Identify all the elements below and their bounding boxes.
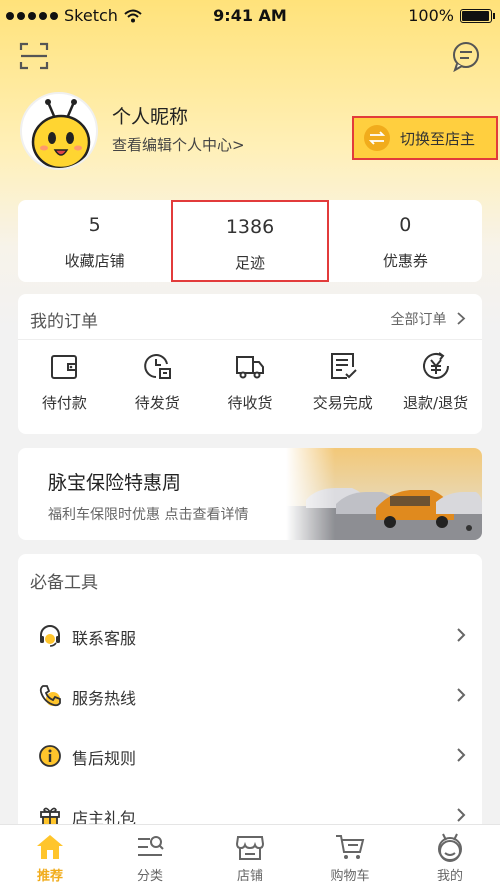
- tool-label: 联系客服: [72, 629, 137, 648]
- chevron-right-icon: [457, 808, 466, 822]
- tab-label: 店铺: [236, 869, 263, 884]
- switch-to-shop-owner-button[interactable]: 切换至店主: [352, 116, 498, 160]
- order-status-label: 待付款: [41, 394, 87, 412]
- stat-coupons[interactable]: 0 优惠券: [329, 200, 482, 282]
- stat-value: 1386: [225, 216, 275, 238]
- all-orders-label: 全部订单: [390, 312, 447, 328]
- tab-label: 购物车: [330, 869, 370, 884]
- order-status-label: 退款/退货: [403, 394, 469, 412]
- shop-icon: [235, 836, 265, 860]
- cars-image: [286, 448, 482, 540]
- tool-contact-service[interactable]: 联系客服: [18, 606, 482, 666]
- edit-profile-link[interactable]: 查看编辑个人中心>: [112, 134, 245, 155]
- tab-cart[interactable]: 购物车: [300, 825, 400, 889]
- completed-doc-icon: [330, 353, 357, 379]
- wallet-icon: [51, 355, 78, 379]
- stat-label: 优惠券: [382, 252, 428, 270]
- headset-icon: [40, 625, 60, 647]
- swap-icon: [364, 125, 390, 151]
- order-refund[interactable]: 退款/退货: [389, 350, 482, 413]
- stat-value: 5: [88, 214, 101, 236]
- banner-subtitle: 福利车保限时优惠 点击查看详情: [48, 507, 249, 523]
- scan-icon[interactable]: [18, 40, 50, 72]
- tab-shop[interactable]: 店铺: [200, 825, 300, 889]
- cart-icon: [336, 835, 365, 859]
- stat-label: 收藏店铺: [64, 252, 125, 270]
- profile-icon: [438, 833, 462, 862]
- order-pending-shipment[interactable]: 待发货: [111, 350, 204, 413]
- order-pending-payment[interactable]: 待付款: [18, 350, 111, 413]
- tab-mine[interactable]: 我的: [400, 825, 500, 889]
- nickname[interactable]: 个人昵称: [112, 102, 188, 129]
- chevron-right-icon: [457, 312, 466, 325]
- orders-header: 我的订单 全部订单: [18, 294, 482, 340]
- refund-icon: [422, 352, 449, 379]
- tab-recommend[interactable]: 推荐: [0, 825, 100, 889]
- tools-title: 必备工具: [30, 573, 98, 593]
- tool-label: 服务热线: [72, 689, 137, 708]
- stat-value: 0: [399, 214, 412, 236]
- orders-card: 我的订单 全部订单 待付款 待发货 待收货 交易完成 退款/退货: [18, 294, 482, 434]
- avatar[interactable]: [20, 92, 98, 170]
- chevron-right-icon: [457, 688, 466, 702]
- pending-ship-icon: [144, 354, 172, 379]
- tab-label: 我的: [436, 869, 463, 884]
- bottom-tab-bar: 推荐 分类 店铺 购物车 我的: [0, 824, 500, 889]
- order-status-label: 待发货: [134, 394, 180, 412]
- stat-favorite-shops[interactable]: 5 收藏店铺: [18, 200, 171, 282]
- chevron-right-icon: [457, 748, 466, 762]
- phone-icon: [39, 685, 61, 707]
- tab-category[interactable]: 分类: [100, 825, 200, 889]
- banner-title: 脉宝保险特惠周: [48, 472, 182, 494]
- stat-label: 足迹: [234, 254, 265, 272]
- order-status-label: 交易完成: [312, 394, 373, 412]
- battery-icon: [460, 8, 495, 23]
- tool-service-hotline[interactable]: 服务热线: [18, 666, 482, 726]
- status-bar: Sketch 9:41 AM 100%: [0, 0, 500, 32]
- order-pending-receipt[interactable]: 待收货: [204, 350, 297, 413]
- orders-title: 我的订单: [30, 312, 98, 332]
- tool-label: 售后规则: [72, 749, 137, 768]
- order-status-row: 待付款 待发货 待收货 交易完成 退款/退货: [18, 350, 482, 413]
- order-completed[interactable]: 交易完成: [296, 350, 389, 413]
- order-status-label: 待收货: [227, 394, 273, 412]
- stats-card: 5 收藏店铺 1386 足迹 0 优惠券: [18, 200, 482, 282]
- switch-label: 切换至店主: [400, 129, 476, 148]
- chevron-right-icon: [457, 628, 466, 642]
- battery-percent: 100%: [408, 6, 454, 25]
- battery-group: 100%: [408, 6, 495, 25]
- tab-label: 推荐: [36, 869, 63, 884]
- tab-label: 分类: [136, 869, 163, 884]
- all-orders-link[interactable]: 全部订单: [391, 309, 466, 329]
- tools-card: 必备工具 联系客服 服务热线 售后规则 店主礼包: [18, 554, 482, 834]
- home-icon: [37, 835, 63, 859]
- insurance-promo-banner[interactable]: 脉宝保险特惠周 福利车保限时优惠 点击查看详情: [18, 448, 482, 540]
- category-icon: [138, 836, 164, 856]
- truck-icon: [235, 356, 264, 379]
- info-icon: [39, 745, 61, 767]
- stat-footprints[interactable]: 1386 足迹: [171, 200, 329, 282]
- tool-after-sales-rules[interactable]: 售后规则: [18, 726, 482, 786]
- message-icon[interactable]: [450, 40, 482, 72]
